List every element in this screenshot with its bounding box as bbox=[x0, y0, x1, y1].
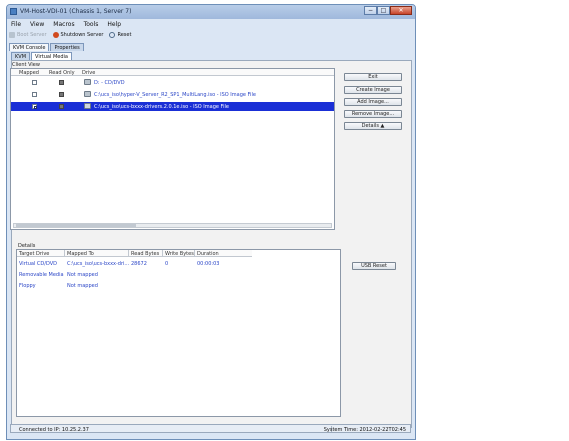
target-drive: Floppy bbox=[19, 283, 36, 289]
window-controls: − □ ✕ bbox=[364, 6, 412, 16]
menu-bar: File View Macros Tools Help bbox=[9, 20, 123, 29]
boot-server-label: Boot Server bbox=[17, 32, 47, 38]
iso-image-icon bbox=[84, 103, 91, 109]
power-icon bbox=[9, 32, 15, 38]
read-bytes: 28672 bbox=[131, 261, 147, 267]
tab-kvm-console[interactable]: KVM Console bbox=[9, 43, 50, 51]
iso-image-icon bbox=[84, 91, 91, 97]
column-divider bbox=[194, 250, 195, 257]
mapped-checkbox[interactable] bbox=[32, 92, 37, 97]
tab-properties[interactable]: Properties bbox=[50, 43, 84, 51]
exit-button[interactable]: Exit bbox=[344, 73, 402, 81]
tab-virtual-media[interactable]: Virtual Media bbox=[31, 52, 72, 60]
read-only-checkbox bbox=[59, 92, 64, 97]
menu-help[interactable]: Help bbox=[105, 20, 123, 29]
header-drive: Drive bbox=[82, 70, 96, 76]
mapped-checkbox[interactable] bbox=[32, 80, 37, 85]
column-divider bbox=[162, 250, 163, 257]
reset-button[interactable]: Reset bbox=[109, 32, 131, 38]
horizontal-scrollbar[interactable] bbox=[13, 223, 332, 228]
shutdown-server-button[interactable]: Shutdown Server bbox=[52, 32, 104, 38]
client-view-table: Mapped Read Only Drive D: - CD/DVD C:\uc… bbox=[10, 68, 335, 230]
column-divider bbox=[64, 250, 65, 257]
cd-drive-icon bbox=[84, 79, 91, 85]
title-bar: VM-Host-VDI-01 (Chassis 1, Server 7) − □… bbox=[7, 5, 415, 19]
toolbar: Boot Server Shutdown Server Reset bbox=[9, 30, 131, 40]
mapped-to: Not mapped bbox=[67, 272, 98, 278]
menu-macros[interactable]: Macros bbox=[51, 20, 76, 29]
write-bytes: 0 bbox=[165, 261, 169, 267]
close-button[interactable]: ✕ bbox=[390, 6, 412, 15]
status-bar: Connected to IP: 10.25.2.37 System Time:… bbox=[10, 424, 411, 433]
details-toggle-button[interactable]: Details ▲ bbox=[344, 122, 402, 130]
mapped-to: Not mapped bbox=[67, 283, 98, 289]
remove-image-button[interactable]: Remove Image... bbox=[344, 110, 402, 118]
drive-name: C:\ucs_iso\ucs-bxxx-drivers.2.0.1e.iso -… bbox=[94, 104, 229, 110]
details-table: Target Drive Mapped To Read Bytes Write … bbox=[16, 249, 341, 417]
header-mapped-to: Mapped To bbox=[67, 251, 94, 257]
target-drive: Virtual CD/DVD bbox=[19, 261, 57, 267]
read-only-checkbox bbox=[59, 104, 64, 109]
menu-file[interactable]: File bbox=[9, 20, 23, 29]
details-header: Target Drive Mapped To Read Bytes Write … bbox=[17, 250, 252, 257]
table-row[interactable]: C:\ucs_iso\hyper-V_Server_R2_SP1_MultiLa… bbox=[11, 90, 334, 99]
tab-kvm[interactable]: KVM bbox=[11, 52, 31, 60]
menu-view[interactable]: View bbox=[28, 20, 46, 29]
mapped-checkbox[interactable] bbox=[32, 104, 37, 109]
add-image-button[interactable]: Add Image... bbox=[344, 98, 402, 106]
main-tabs: KVM Console Properties bbox=[9, 43, 85, 51]
table-row-selected[interactable]: C:\ucs_iso\ucs-bxxx-drivers.2.0.1e.iso -… bbox=[11, 102, 334, 111]
header-duration: Duration bbox=[197, 251, 219, 257]
shutdown-server-label: Shutdown Server bbox=[60, 32, 104, 38]
connection-status: Connected to IP: 10.25.2.37 bbox=[19, 427, 89, 433]
column-divider bbox=[128, 250, 129, 257]
table-row[interactable]: D: - CD/DVD bbox=[11, 78, 334, 87]
menu-tools[interactable]: Tools bbox=[82, 20, 101, 29]
window-title: VM-Host-VDI-01 (Chassis 1, Server 7) bbox=[20, 8, 132, 15]
boot-server-button[interactable]: Boot Server bbox=[9, 32, 47, 38]
sub-tabs: KVM Virtual Media bbox=[11, 52, 73, 60]
header-mapped: Mapped bbox=[19, 70, 39, 76]
system-time: System Time: 2012-02-22T02:45 bbox=[323, 427, 406, 433]
minimize-button[interactable]: − bbox=[364, 6, 377, 15]
target-drive: Removable Media bbox=[19, 272, 64, 278]
header-target-drive: Target Drive bbox=[19, 251, 50, 257]
shutdown-icon bbox=[52, 32, 59, 38]
header-write-bytes: Write Bytes bbox=[165, 251, 194, 257]
drive-name: D: - CD/DVD bbox=[94, 80, 125, 86]
duration: 00:00:03 bbox=[197, 261, 220, 267]
header-read-only: Read Only bbox=[49, 70, 75, 76]
usb-reset-button[interactable]: USB Reset bbox=[352, 262, 396, 270]
reset-icon bbox=[109, 32, 116, 38]
header-read-bytes: Read Bytes bbox=[131, 251, 160, 257]
scrollbar-thumb[interactable] bbox=[16, 224, 136, 227]
client-view-header: Mapped Read Only Drive bbox=[11, 69, 334, 76]
drive-name: C:\ucs_iso\hyper-V_Server_R2_SP1_MultiLa… bbox=[94, 92, 256, 98]
mapped-to: C:\ucs_iso\ucs-bxxx-dri... bbox=[67, 261, 130, 267]
reset-label: Reset bbox=[117, 32, 132, 38]
app-icon bbox=[10, 8, 17, 15]
create-image-button[interactable]: Create Image bbox=[344, 86, 402, 94]
maximize-button[interactable]: □ bbox=[377, 6, 390, 15]
read-only-checkbox bbox=[59, 80, 64, 85]
